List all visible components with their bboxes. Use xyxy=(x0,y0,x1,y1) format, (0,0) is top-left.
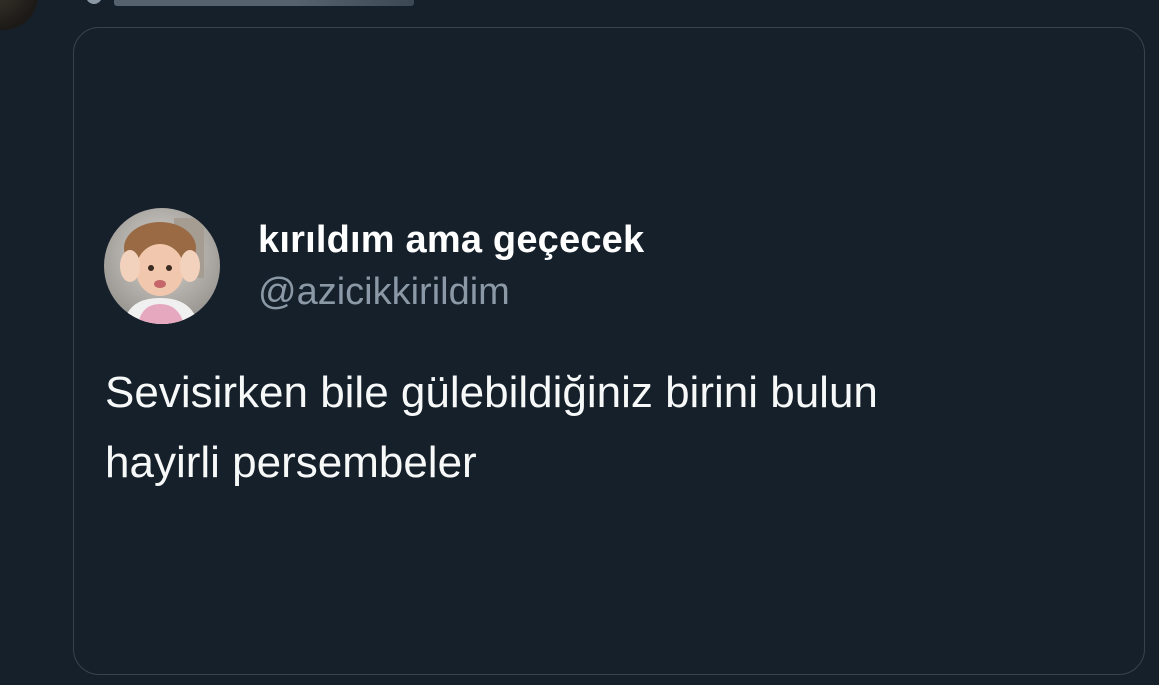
author-names: kırıldım ama geçecek @azicikkirildim xyxy=(258,217,644,315)
author-avatar[interactable] xyxy=(104,208,220,324)
author-display-name[interactable]: kırıldım ama geçecek xyxy=(258,217,644,263)
quoted-tweet-card[interactable]: kırıldım ama geçecek @azicikkirildim Sev… xyxy=(73,27,1145,675)
tweet-text: Sevisirken bile gülebildiğiniz birini bu… xyxy=(105,358,1115,498)
retweeter-avatar[interactable] xyxy=(0,0,38,30)
retweeter-name-cropped xyxy=(114,0,414,6)
tweet-text-line: Sevisirken bile gülebildiğiniz birini bu… xyxy=(105,368,878,417)
retweeter-header xyxy=(86,0,414,6)
quoted-tweet-author[interactable]: kırıldım ama geçecek @azicikkirildim xyxy=(104,208,644,324)
tweet-text-line: hayirli persembeler xyxy=(105,438,477,487)
author-handle[interactable]: @azicikkirildim xyxy=(258,269,644,315)
status-dot-icon xyxy=(86,0,102,4)
baby-photo-avatar-icon xyxy=(104,208,220,324)
tweet-screenshot: kırıldım ama geçecek @azicikkirildim Sev… xyxy=(0,0,1159,685)
